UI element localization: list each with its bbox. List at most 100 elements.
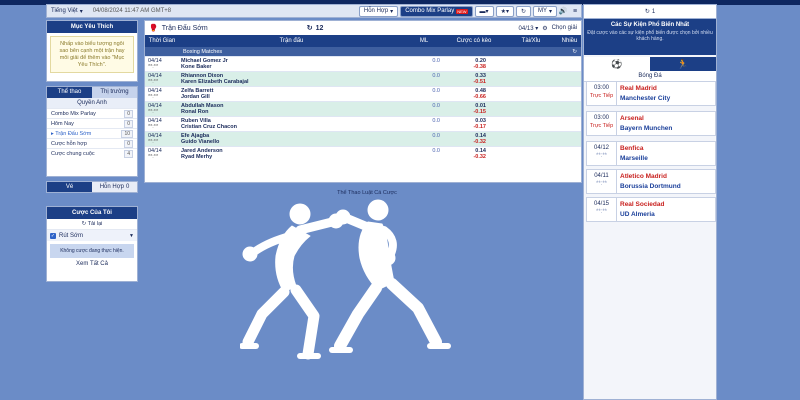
sport-item-label: Cược chung cuộc [51, 150, 95, 157]
popular-sport-tabs: ⚽ 🏃 [584, 57, 716, 71]
ml-odds[interactable]: 0.0 [404, 102, 444, 116]
bet-slip-tabs: Vé Hỗn Hợp 0 [46, 181, 138, 193]
event-home: Arsenal [620, 115, 644, 122]
tab-thi-truong[interactable]: Thị trường [92, 87, 137, 98]
reload-button[interactable]: ↻ Tải lại [47, 219, 137, 230]
match-time: **:** [148, 109, 159, 115]
event-away: Bayern Munchen [620, 125, 673, 132]
match-count: 12 [315, 24, 324, 32]
choose-league-label: Chọn giải [551, 25, 577, 31]
sport-item[interactable]: Combo Mix Parlay 0 [47, 108, 137, 118]
popular-event[interactable]: 03:00 Trực Tiếp Real Madrid Manchester Cit… [586, 81, 716, 106]
event-date: 03:00 [593, 85, 609, 91]
odds-table-header: Thời Gian Trận đấu ML Cược có kèo Tài/Xỉ… [145, 35, 581, 47]
tab-ve[interactable]: Vé [47, 182, 92, 192]
ml-odds[interactable]: 0.0 [404, 87, 444, 101]
col-more: Nhiều [561, 38, 578, 44]
away-odds[interactable]: -0.15 [444, 109, 486, 115]
settings-icon[interactable]: ⚙ [542, 25, 547, 32]
league-section[interactable]: Boxing Matches ↻ [145, 47, 581, 56]
table-row: 04/14 **:** Rhiannon Dixon Karen Elizabeth… [145, 71, 581, 86]
tab-the-thao[interactable]: Thể thao [47, 87, 92, 98]
popular-event[interactable]: 04/11 **:** Atletico Madrid Borussia Dortm… [586, 169, 716, 194]
refresh-icon: ↻ [644, 9, 650, 15]
event-home: Real Sociedad [620, 201, 665, 208]
grid-icon: ▬▾ [479, 8, 489, 15]
checkbox-icon[interactable]: ✓ [50, 232, 56, 239]
chevron-down-icon: ▼ [129, 232, 134, 239]
away-team: Karen Elizabeth Carabajal [181, 79, 249, 85]
sport-item-count: 0 [124, 119, 133, 128]
favorites-hint: Nhấp vào biểu tượng ngôi sao bên cạnh mộ… [50, 36, 134, 73]
sport-item[interactable]: Cược hỗn hợp 0 [47, 138, 137, 148]
sport-item[interactable]: Hôm Nay 0 [47, 118, 137, 128]
cashout-label: Rút Sớm [59, 232, 83, 239]
popular-event[interactable]: 04/12 **:** Benfica Marseille [586, 141, 716, 166]
match-time: **:** [148, 94, 159, 100]
sport-item[interactable]: Cược chung cuộc 4 [47, 148, 137, 158]
tab-hon-hop[interactable]: Hỗn Hợp 0 [92, 182, 137, 192]
toolbar: Tiếng Việt ▾ 04/08/2024 11:47 AM GMT+8 H… [46, 4, 582, 18]
popular-events-header: Các Sự Kiện Phổ Biến Nhất Đặt cược vào c… [584, 19, 716, 55]
date-filter[interactable]: 04/13 ▾ [519, 25, 539, 32]
favorites-panel: Mục Yêu Thích Nhấp vào biểu tượng ngôi s… [46, 20, 138, 82]
odds-type-button[interactable]: MY ▾ [532, 5, 557, 17]
refresh-icon[interactable]: ↻ [572, 49, 577, 55]
away-odds[interactable]: -0.51 [444, 79, 486, 85]
col-match: Trận đấu [279, 38, 304, 44]
refresh-button[interactable]: ↻ [515, 5, 531, 17]
runner-tab-icon[interactable]: 🏃 [650, 57, 716, 71]
no-bet-message: Không cược đang thực hiện. [50, 244, 134, 258]
popular-event[interactable]: 03:00 Trực Tiếp Arsenal Bayern Munchen [586, 111, 716, 136]
new-badge: NEW [456, 8, 468, 14]
match-time: **:** [148, 79, 159, 85]
event-status: Trực Tiếp [589, 93, 614, 99]
ml-odds[interactable]: 0.0 [404, 132, 444, 146]
ml-odds[interactable]: 0.0 [404, 117, 444, 131]
soccer-tab-icon[interactable]: ⚽ [584, 57, 650, 71]
hon-hop-label: Hỗn Hợp [363, 8, 389, 14]
away-team: Kone Baker [181, 64, 212, 70]
away-odds[interactable]: -0.66 [444, 94, 486, 100]
away-odds[interactable]: -0.17 [444, 124, 486, 130]
refresh-counter[interactable]: ↻ 1 [584, 5, 716, 19]
favorites-button[interactable]: ★▾ [495, 5, 514, 17]
table-row: 04/14 **:** Jared Anderson Ryad Merhy 0.0 … [145, 146, 581, 161]
away-team: Guido Vianello [181, 139, 220, 145]
match-time: **:** [148, 139, 159, 145]
speaker-icon[interactable]: 🔊 [557, 7, 569, 15]
away-odds[interactable]: -0.32 [444, 139, 486, 145]
language-selector[interactable]: Tiếng Việt ▾ [47, 8, 87, 15]
menu-icon[interactable]: ≡ [569, 8, 581, 15]
combo-mix-parlay-button[interactable]: Combo Mix Parlay NEW [400, 5, 473, 17]
sports-panel: Thể thao Thị trường Quyền Anh Combo Mix … [46, 86, 138, 177]
hon-hop-button[interactable]: Hỗn Hợp ▾ [358, 5, 399, 17]
refresh-icon[interactable]: ↻ [307, 24, 313, 32]
choose-league-button[interactable]: Chọn giải [552, 25, 577, 31]
reload-label: Tải lại [87, 221, 103, 227]
display-toggle-button[interactable]: ▬▾ [474, 5, 494, 17]
sport-item-label: Cược hỗn hợp [51, 140, 87, 147]
see-all-link[interactable]: Xem Tất Cả [47, 261, 137, 267]
ml-odds[interactable]: 0.0 [404, 72, 444, 86]
col-ml: ML [419, 38, 429, 44]
tab-hon-hop-label: Hỗn Hợp [99, 183, 124, 190]
chevron-down-icon: ▾ [79, 8, 83, 15]
away-odds[interactable]: -0.38 [444, 64, 486, 70]
table-row: 04/14 **:** Zelfa Barrett Jordan Gill 0.0 … [145, 86, 581, 101]
event-home: Benfica [620, 145, 644, 152]
popular-event[interactable]: 04/15 **:** Real Sociedad UD Almeria [586, 197, 716, 222]
event-date: 03:00 [593, 115, 609, 121]
ml-odds[interactable]: 0.0 [404, 147, 444, 161]
table-row: 04/14 **:** Michael Gomez Jr Kone Baker 0.… [145, 56, 581, 71]
event-away: Manchester City [620, 95, 671, 102]
away-odds[interactable]: -0.32 [444, 154, 486, 160]
away-team: Cristian Cruz Chacon [181, 124, 237, 130]
away-team: Ronal Ron [181, 109, 209, 115]
event-away: Borussia Dortmund [620, 183, 681, 190]
popular-events-subtitle: Đặt cược vào các sự kiện phổ biến được c… [587, 30, 713, 42]
ml-odds[interactable]: 0.0 [404, 57, 444, 71]
sport-item[interactable]: ▸ Trận Đấu Sớm 10 [47, 128, 137, 138]
cashout-dropdown[interactable]: ✓ Rút Sớm ▼ [47, 230, 137, 241]
date-filter-label: 04/13 [518, 25, 534, 32]
